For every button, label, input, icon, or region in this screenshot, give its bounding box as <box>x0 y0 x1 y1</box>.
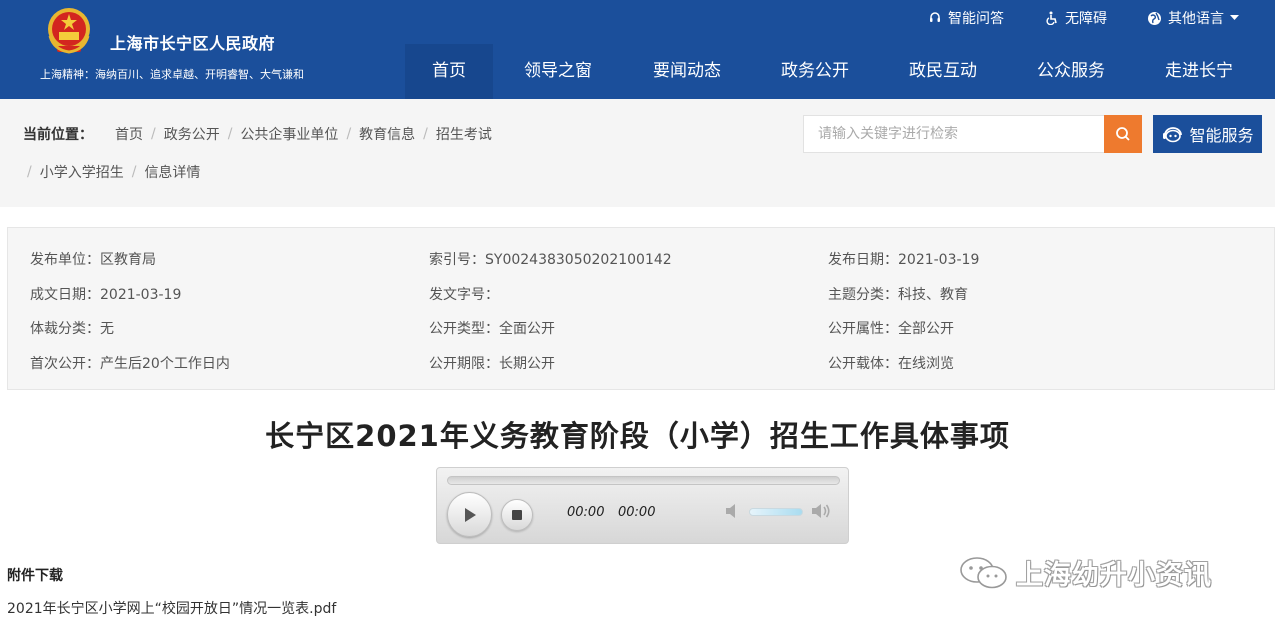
meta-written-date: 成文日期：2021-03-19 <box>30 287 182 303</box>
wechat-icon <box>960 556 1007 588</box>
attachments-heading: 附件下载 <box>7 568 63 584</box>
current-time: 00:00 <box>567 505 605 520</box>
language-menu[interactable]: 其他语言 <box>1147 8 1239 28</box>
meta-doc-no: 发文字号： <box>429 287 499 303</box>
breadcrumb-item[interactable]: 招生考试 <box>436 124 492 144</box>
main-nav: 首页 领导之窗 要闻动态 政务公开 政民互动 公众服务 走进长宁 <box>405 44 1263 99</box>
globe-icon <box>1148 11 1161 25</box>
meta-publish-date: 发布日期：2021-03-19 <box>828 252 980 268</box>
meta-genre: 体裁分类：无 <box>30 321 114 337</box>
search-icon <box>1116 127 1130 141</box>
site-name[interactable]: 上海市长宁区人民政府 <box>110 30 275 54</box>
breadcrumb-separator: / <box>27 164 32 180</box>
meta-topic: 主题分类：科技、教育 <box>828 287 968 303</box>
stop-icon <box>512 510 522 520</box>
breadcrumb-continued: / 小学入学招生 / 信息详情 <box>23 162 200 182</box>
meta-open-period: 公开期限：长期公开 <box>429 356 555 372</box>
attachment-link[interactable]: 2021年长宁区小学网上“校园开放日”情况一览表.pdf <box>7 598 336 618</box>
breadcrumb-separator: / <box>346 126 352 142</box>
nav-public-service[interactable]: 公众服务 <box>1007 44 1135 99</box>
nav-leaders[interactable]: 领导之窗 <box>493 44 623 99</box>
accessibility-icon <box>1046 11 1057 25</box>
breadcrumb: 当前位置： 首页 / 政务公开 / 公共企事业单位 / 教育信息 / 招生考试 <box>23 124 492 144</box>
breadcrumb-item[interactable]: 政务公开 <box>164 124 220 144</box>
site-header: 上海市长宁区人民政府 上海精神：海纳百川、追求卓越、开明睿智、大气谦和 智能问答… <box>0 0 1275 99</box>
smart-service-button[interactable]: 智能服务 <box>1153 115 1262 153</box>
nav-about[interactable]: 走进长宁 <box>1135 44 1263 99</box>
meta-open-carrier: 公开载体：在线浏览 <box>828 356 954 372</box>
breadcrumb-separator: / <box>151 126 156 142</box>
play-icon <box>464 507 476 522</box>
volume-max-icon[interactable] <box>810 502 832 520</box>
play-button[interactable] <box>447 492 492 537</box>
breadcrumb-separator: / <box>227 126 233 142</box>
smart-service-label: 智能服务 <box>1189 126 1254 145</box>
headset-icon <box>930 12 940 22</box>
stop-button[interactable] <box>501 499 533 531</box>
breadcrumb-item[interactable]: 公共企事业单位 <box>240 124 338 144</box>
breadcrumb-separator: / <box>131 164 137 180</box>
nav-interaction[interactable]: 政民互动 <box>879 44 1007 99</box>
breadcrumb-item[interactable]: 首页 <box>115 124 143 144</box>
robot-assistant-icon <box>1163 127 1183 143</box>
nav-news[interactable]: 要闻动态 <box>623 44 751 99</box>
audio-progress-bar[interactable] <box>447 476 840 485</box>
breadcrumb-item[interactable]: 小学入学招生 <box>40 162 124 182</box>
breadcrumb-item: 信息详情 <box>144 165 201 181</box>
accessibility-label: 无障碍 <box>1065 11 1107 27</box>
accessibility-link[interactable]: 无障碍 <box>1045 8 1107 28</box>
breadcrumb-label: 当前位置： <box>23 127 93 143</box>
language-label: 其他语言 <box>1168 11 1224 27</box>
mute-icon[interactable] <box>724 502 742 520</box>
watermark-text: 上海幼升小资讯 <box>1016 560 1212 591</box>
meta-publisher: 发布单位：区教育局 <box>30 252 156 268</box>
duration: 00:00 <box>618 505 656 520</box>
nav-gov-affairs[interactable]: 政务公开 <box>751 44 879 99</box>
meta-open-attr: 公开属性：全部公开 <box>828 321 954 337</box>
watermark: 上海幼升小资讯 <box>958 553 1212 592</box>
meta-first-open: 首次公开：产生后20个工作日内 <box>30 356 230 372</box>
meta-open-type: 公开类型：全面公开 <box>429 321 555 337</box>
breadcrumb-item[interactable]: 教育信息 <box>359 124 415 144</box>
breadcrumb-separator: / <box>423 126 428 142</box>
smart-qa-link[interactable]: 智能问答 <box>928 8 1004 28</box>
city-spirit-text: 上海精神：海纳百川、追求卓越、开明睿智、大气谦和 <box>40 68 304 81</box>
volume-slider[interactable] <box>749 508 803 516</box>
article-title: 长宁区2021年义务教育阶段（小学）招生工作具体事项 <box>265 419 1010 453</box>
nav-home[interactable]: 首页 <box>405 44 493 99</box>
search-button[interactable] <box>1104 115 1142 153</box>
smart-qa-label: 智能问答 <box>948 11 1004 27</box>
meta-index-no: 索引号：SY0024383050202100142 <box>429 252 672 268</box>
national-emblem-icon <box>48 8 90 54</box>
audio-player: 00:00 00:00 <box>436 467 849 544</box>
caret-down-icon <box>1230 15 1239 20</box>
search-input[interactable] <box>803 115 1105 153</box>
